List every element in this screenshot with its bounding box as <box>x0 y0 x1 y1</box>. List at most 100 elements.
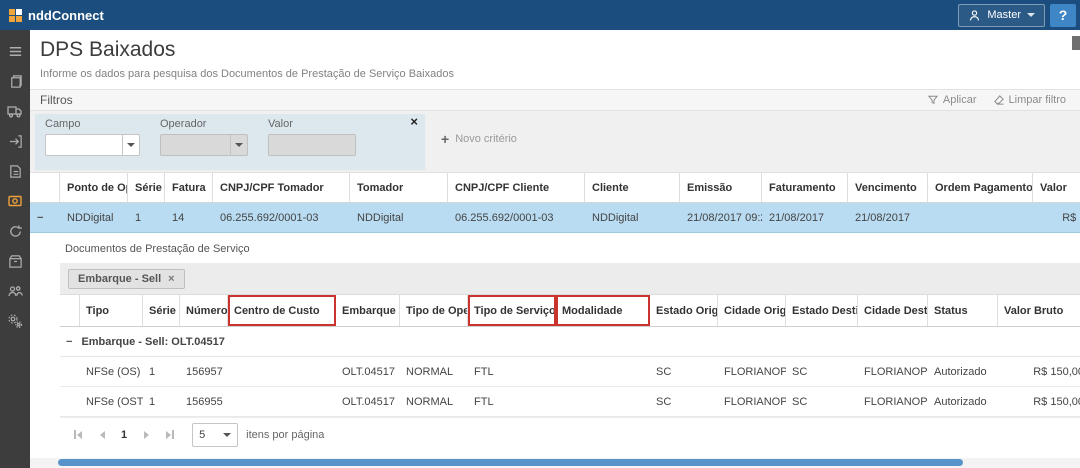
cell-status: Autorizado <box>928 357 998 386</box>
valor-label: Valor <box>268 118 356 130</box>
valor-field: Valor <box>268 118 356 170</box>
funnel-icon <box>927 94 939 106</box>
users-icon[interactable] <box>0 276 30 306</box>
cell-faturamento: 21/08/2017 <box>762 203 848 232</box>
dps-header-row: Tipo Série Número Centro de Custo Embarq… <box>60 295 1080 327</box>
column-header-tipo[interactable]: Tipo <box>80 295 143 326</box>
collapse-row-icon[interactable]: − <box>37 212 43 224</box>
dps-row[interactable]: NFSe (OS) 1 156957 OLT.04517 NORMAL FTL … <box>60 357 1080 387</box>
column-header-status[interactable]: Status <box>928 295 998 326</box>
cell-vencimento: 21/08/2017 <box>848 203 928 232</box>
cell-cnpj-cliente: 06.255.692/0001-03 <box>448 203 585 232</box>
vertical-scrollbar-thumb[interactable] <box>1072 36 1080 50</box>
help-button[interactable]: ? <box>1050 4 1076 27</box>
eraser-icon <box>993 94 1005 106</box>
column-header-estado-origem[interactable]: Estado Orig... <box>650 295 718 326</box>
user-menu-button[interactable]: Master <box>958 4 1045 27</box>
apply-filter-button[interactable]: Aplicar <box>927 94 977 106</box>
page-size-select[interactable]: 5 <box>192 423 238 447</box>
first-page-icon <box>77 431 82 439</box>
cell-estado-destino: SC <box>786 357 858 386</box>
chevron-down-icon <box>230 135 247 155</box>
settings-icon[interactable] <box>0 306 30 336</box>
filter-criterion-card: Campo Operador Valor × <box>35 114 425 170</box>
cell-serie: 1 <box>128 203 165 232</box>
column-header-cliente[interactable]: Cliente <box>585 173 680 202</box>
column-header-valor[interactable]: Valor <box>1033 173 1080 202</box>
column-header-fatura[interactable]: Fatura <box>165 173 213 202</box>
menu-icon[interactable] <box>0 36 30 66</box>
export-icon[interactable] <box>0 126 30 156</box>
chevron-down-icon[interactable] <box>122 135 139 155</box>
column-header-cidade-origem[interactable]: Cidade Orig... <box>718 295 786 326</box>
grouping-bar: Embarque - Sell × <box>60 263 1080 295</box>
invoices-header-row: Ponto de Ope... Série Fatura CNPJ/CPF To… <box>30 173 1080 203</box>
cell-embarque: OLT.04517 <box>336 387 400 416</box>
sync-icon[interactable] <box>0 216 30 246</box>
next-page-icon <box>144 431 149 439</box>
column-header-cidade-destino[interactable]: Cidade Desti... <box>858 295 928 326</box>
truck-icon[interactable] <box>0 96 30 126</box>
column-header-numero[interactable]: Número <box>180 295 228 326</box>
group-chip-label: Embarque - Sell <box>78 273 161 285</box>
horizontal-scrollbar-thumb[interactable] <box>58 459 963 466</box>
column-header-embarque[interactable]: Embarque - ... <box>336 295 400 326</box>
column-header-serie[interactable]: Série <box>143 295 180 326</box>
cell-ponto: NDDigital <box>60 203 128 232</box>
page-header: DPS Baixados Informe os dados para pesqu… <box>30 30 1080 80</box>
column-header-tipo-operacao[interactable]: Tipo de Ope... <box>400 295 468 326</box>
column-header-vencimento[interactable]: Vencimento <box>848 173 928 202</box>
column-header-emissao[interactable]: Emissão <box>680 173 762 202</box>
package-icon[interactable] <box>0 246 30 276</box>
apply-filter-label: Aplicar <box>943 94 977 106</box>
cell-tipo: NFSe (OST) <box>80 387 143 416</box>
column-header-cnpj-cliente[interactable]: CNPJ/CPF Cliente <box>448 173 585 202</box>
campo-select[interactable] <box>45 134 140 156</box>
column-header-ordem-pagamento[interactable]: Ordem Pagamento <box>928 173 1033 202</box>
cell-numero: 156957 <box>180 357 228 386</box>
pager: 1 5 itens por página <box>60 417 1080 451</box>
brand-name: nddConnect <box>28 8 104 23</box>
invoice-icon[interactable] <box>0 156 30 186</box>
pager-page-number[interactable]: 1 <box>114 429 134 441</box>
pager-next-button[interactable] <box>134 424 158 446</box>
cell-embarque: OLT.04517 <box>336 357 400 386</box>
column-header-cnpj-tomador[interactable]: CNPJ/CPF Tomador <box>213 173 350 202</box>
column-header-tomador[interactable]: Tomador <box>350 173 448 202</box>
page-size-value: 5 <box>199 429 205 441</box>
per-page-label: itens por página <box>246 429 324 441</box>
column-header-tipo-servico-highlighted[interactable]: Tipo de Serviço <box>468 295 556 326</box>
clear-filter-button[interactable]: Limpar filtro <box>993 94 1066 106</box>
column-header-centro-de-custo-highlighted[interactable]: Centro de Custo <box>228 295 336 326</box>
remove-group-icon[interactable]: × <box>168 273 174 285</box>
horizontal-scrollbar[interactable] <box>30 458 1080 468</box>
column-header-serie[interactable]: Série <box>128 173 165 202</box>
pager-first-button[interactable] <box>66 424 90 446</box>
cell-centro-de-custo <box>228 387 336 416</box>
column-header-ponto[interactable]: Ponto de Ope... <box>60 173 128 202</box>
documents-icon[interactable] <box>0 66 30 96</box>
filters-bar: Filtros Aplicar Limpar filtro <box>30 89 1080 111</box>
topbar-right: Master ? <box>958 4 1076 27</box>
collapse-group-icon[interactable]: − <box>66 336 72 348</box>
dps-grid: Tipo Série Número Centro de Custo Embarq… <box>60 295 1080 417</box>
column-header-estado-destino[interactable]: Estado Desti... <box>786 295 858 326</box>
cell-estado-origem: SC <box>650 387 718 416</box>
brand: nddConnect <box>9 8 104 23</box>
dps-row[interactable]: NFSe (OST) 1 156955 OLT.04517 NORMAL FTL… <box>60 387 1080 417</box>
column-header-faturamento[interactable]: Faturamento <box>762 173 848 202</box>
dps-icon[interactable] <box>0 186 30 216</box>
column-header-modalidade-highlighted[interactable]: Modalidade <box>556 295 650 326</box>
cell-cliente: NDDigital <box>585 203 680 232</box>
pager-last-button[interactable] <box>158 424 182 446</box>
main-content: DPS Baixados Informe os dados para pesqu… <box>30 30 1080 468</box>
cell-valor-bruto: R$ 150,00 <box>998 357 1080 386</box>
pager-prev-button[interactable] <box>90 424 114 446</box>
group-chip[interactable]: Embarque - Sell × <box>68 269 185 289</box>
column-header-valor-bruto[interactable]: Valor Bruto <box>998 295 1080 326</box>
invoice-row-selected[interactable]: − NDDigital 1 14 06.255.692/0001-03 NDDi… <box>30 203 1080 233</box>
cell-tipo-operacao: NORMAL <box>400 387 468 416</box>
remove-criterion-icon[interactable]: × <box>410 115 418 129</box>
brand-logo-icon <box>9 9 22 22</box>
new-criterion-button[interactable]: + Novo critério <box>441 133 517 145</box>
